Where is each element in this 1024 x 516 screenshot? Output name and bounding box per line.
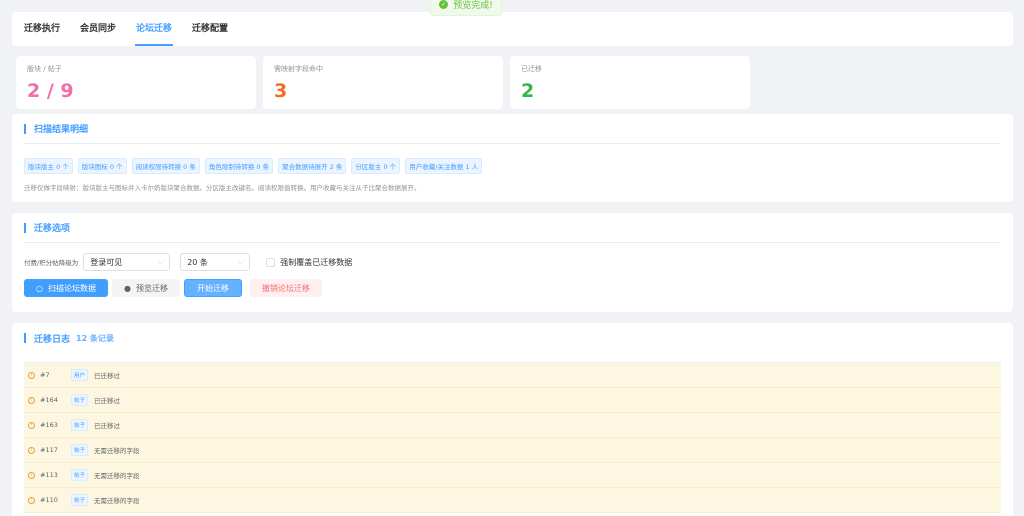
check-circle-icon: ✓	[439, 0, 449, 9]
migrate-options-card: 迁移选项 付费/积分帖降级为 登录可见 ⌵ 20 条 ⌵ 强制覆盖已迁移数据 ○…	[12, 213, 1013, 312]
scan-tag: 用户收藏/关注数据 1 人	[405, 158, 483, 174]
log-id: #110	[40, 496, 58, 504]
eye-icon: ●	[123, 283, 131, 293]
log-row: ! #117 帖子 无需迁移的字段	[24, 438, 1001, 463]
preview-migrate-button[interactable]: ● 预览迁移	[111, 279, 180, 297]
stat-card-boards-posts: 版块 / 帖子 2 / 9	[16, 56, 256, 109]
scan-result-card: 扫描结果明细 版块版主 0 个 版块图标 0 个 阅读权限待转换 0 条 角色限…	[12, 114, 1013, 202]
title-accent-bar	[24, 123, 26, 134]
button-label: 开始迁移	[196, 283, 229, 293]
paid-downgrade-label: 付费/积分帖降级为	[24, 259, 79, 267]
tab-migrate-execute[interactable]: 迁移执行	[24, 12, 70, 46]
warning-icon: !	[28, 496, 35, 504]
log-message: 无需迁移的字段	[94, 447, 140, 455]
log-type-tag: 帖子	[71, 419, 89, 431]
card-title: 扫描结果明细	[24, 114, 1001, 144]
scan-title: 扫描结果明细	[34, 125, 89, 135]
chevron-down-icon: ⌵	[157, 257, 164, 266]
stat-card-migrated: 已迁移 2	[510, 56, 750, 109]
force-overwrite-label[interactable]: 强制覆盖已迁移数据	[280, 257, 352, 268]
log-type-tag: 帖子	[71, 494, 89, 506]
log-type-tag: 用户	[71, 369, 89, 381]
log-message: 无需迁移的字段	[94, 497, 140, 505]
tab-migrate-config[interactable]: 迁移配置	[182, 12, 238, 46]
scan-forum-button[interactable]: ○ 扫描论坛数据	[24, 279, 108, 297]
log-row: ! #163 帖子 已迁移过	[24, 413, 1001, 438]
stat-value: 3	[274, 80, 288, 102]
log-row: ! #110 帖子 无需迁移的字段	[24, 488, 1001, 513]
start-migrate-button[interactable]: 开始迁移	[183, 279, 242, 297]
button-label: 扫描论坛数据	[47, 283, 96, 293]
force-overwrite-checkbox[interactable]	[266, 257, 276, 267]
scan-tag: 角色限制待转换 0 条	[204, 158, 274, 174]
log-message: 无需迁移的字段	[94, 472, 140, 480]
scan-tag: 阅读权限待转换 0 条	[131, 158, 200, 174]
scan-tag-list: 版块版主 0 个 版块图标 0 个 阅读权限待转换 0 条 角色限制待转换 0 …	[24, 158, 1001, 174]
scan-note: 迁移仅做字段映射：版块版主与图标并入卡尔奶版块聚合数据。分区版主改键名。阅读权限…	[24, 184, 421, 192]
search-icon: ○	[36, 283, 43, 293]
revoke-migrate-button[interactable]: 撤销论坛迁移	[249, 279, 322, 297]
log-row: ! #113 帖子 无需迁移的字段	[24, 463, 1001, 488]
log-type-tag: 帖子	[71, 444, 89, 456]
chevron-down-icon: ⌵	[237, 257, 244, 266]
stat-label: 需映射字段命中	[274, 65, 323, 73]
count-value: 20 条	[187, 257, 208, 267]
scan-tag: 版块图标 0 个	[77, 158, 127, 174]
log-id: #163	[40, 421, 58, 429]
log-type-tag: 帖子	[71, 469, 89, 481]
stat-label: 版块 / 帖子	[27, 65, 62, 73]
options-title: 迁移选项	[34, 224, 71, 234]
warning-icon: !	[28, 396, 35, 404]
log-id: #7	[40, 371, 50, 379]
stat-value: 2	[521, 80, 535, 102]
log-message: 已迁移过	[94, 372, 121, 380]
tab-bar: 迁移执行 会员同步 论坛迁移 迁移配置	[12, 12, 1013, 46]
action-buttons: ○ 扫描论坛数据 ● 预览迁移 开始迁移 撤销论坛迁移	[24, 279, 1001, 297]
warning-icon: !	[28, 446, 35, 454]
stat-value: 2 / 9	[27, 80, 74, 102]
count-select[interactable]: 20 条 ⌵	[180, 253, 251, 271]
success-toast: ✓ 预览完成!	[430, 0, 502, 16]
stat-card-mapping-hits: 需映射字段命中 3	[263, 56, 503, 109]
log-count: 12 条记录	[76, 333, 114, 343]
card-title: 迁移选项	[24, 213, 1001, 243]
title-accent-bar	[24, 333, 26, 343]
button-label: 撤销论坛迁移	[261, 283, 310, 293]
migrate-log-card: 迁移日志 12 条记录 ! #7 用户 已迁移过 ! #164 帖子 已迁移过 …	[12, 323, 1013, 516]
log-message: 已迁移过	[94, 422, 121, 430]
log-row: ! #7 用户 已迁移过	[24, 363, 1001, 388]
options-row: 付费/积分帖降级为 登录可见 ⌵ 20 条 ⌵ 强制覆盖已迁移数据	[24, 253, 1001, 271]
log-row: ! #164 帖子 已迁移过	[24, 388, 1001, 413]
button-label: 预览迁移	[135, 283, 168, 293]
stat-label: 已迁移	[521, 65, 542, 73]
log-type-tag: 帖子	[71, 394, 89, 406]
log-id: #113	[40, 471, 58, 479]
log-id: #164	[40, 396, 58, 404]
tab-member-sync[interactable]: 会员同步	[70, 12, 126, 46]
warning-icon: !	[28, 471, 35, 479]
scan-tag: 版块版主 0 个	[24, 158, 73, 174]
scan-tag: 聚合数据待展开 2 条	[278, 158, 347, 174]
log-title: 迁移日志	[34, 334, 71, 345]
tab-forum-migrate[interactable]: 论坛迁移	[126, 12, 182, 46]
log-id: #117	[40, 446, 58, 454]
log-message: 已迁移过	[94, 397, 121, 405]
card-title: 迁移日志 12 条记录	[24, 323, 1001, 353]
scan-tag: 分区版主 0 个	[351, 158, 401, 174]
visibility-value: 登录可见	[90, 257, 123, 267]
toast-text: 预览完成!	[453, 0, 493, 11]
warning-icon: !	[28, 371, 35, 379]
log-list: ! #7 用户 已迁移过 ! #164 帖子 已迁移过 ! #163 帖子 已迁…	[24, 362, 1001, 513]
title-accent-bar	[24, 222, 26, 233]
warning-icon: !	[28, 421, 35, 429]
visibility-select[interactable]: 登录可见 ⌵	[83, 253, 171, 271]
